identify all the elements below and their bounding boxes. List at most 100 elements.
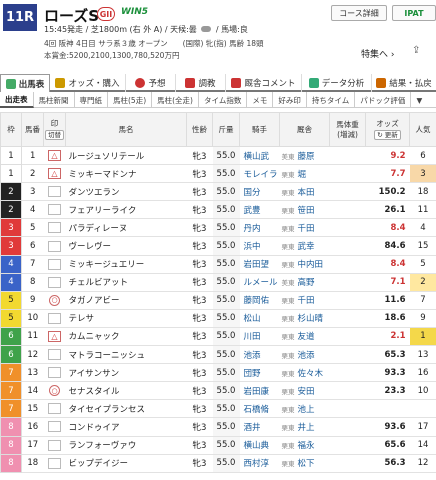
warning-mark-icon[interactable]: △ xyxy=(48,168,61,180)
horse-name[interactable]: マトラコーニッシュ xyxy=(65,345,187,365)
horse-name[interactable]: セナスタイル xyxy=(65,381,187,401)
jockey-name[interactable]: 武豊 xyxy=(239,200,280,220)
trainer-name[interactable]: 池添 xyxy=(298,351,315,361)
tab-shutuba[interactable]: 出馬表 xyxy=(0,74,50,92)
jockey-name[interactable]: 横山武 xyxy=(239,146,280,166)
trainer-name[interactable]: 千田 xyxy=(298,296,315,306)
odds-cell[interactable]: 23.3 xyxy=(365,381,410,401)
subtab-memo[interactable]: メモ xyxy=(247,92,274,108)
odds-cell[interactable]: 93.6 xyxy=(365,417,410,437)
trainer-name[interactable]: 杉山晴 xyxy=(298,314,324,324)
horse-name[interactable]: ビップデイジー xyxy=(65,454,187,473)
horse-name[interactable]: チェルビアット xyxy=(65,273,187,292)
subtab-time-index[interactable]: タイム指数 xyxy=(199,92,248,108)
odds-cell[interactable]: 56.3 xyxy=(365,454,410,473)
table-row[interactable]: 7 14 ○ セナスタイル 牝3 55.0 岩田康 栗東 安田 23.3 10 xyxy=(0,381,436,401)
table-row[interactable]: 2 4 フェアリーライク 牝3 55.0 武豊 栗東 笹田 26.1 11 xyxy=(0,200,436,220)
trainer-name[interactable]: 友道 xyxy=(298,332,315,342)
mark-selector[interactable] xyxy=(48,258,61,270)
trainer-name[interactable]: 藤原 xyxy=(298,152,315,162)
jockey-name[interactable]: 石橋脩 xyxy=(239,399,280,419)
jockey-name[interactable]: モレイラ xyxy=(239,164,280,184)
odds-cell[interactable]: 150.2 xyxy=(365,182,410,202)
horse-name[interactable]: アイサンサン xyxy=(65,363,187,383)
trainer-name[interactable]: 堀 xyxy=(298,170,307,180)
odds-cell[interactable]: 8.4 xyxy=(365,255,410,274)
horse-name[interactable]: カムニャック xyxy=(65,327,187,347)
course-detail-button[interactable]: コース詳細 xyxy=(331,5,387,21)
jockey-name[interactable]: 丹内 xyxy=(239,218,280,238)
horse-name[interactable]: タガノアビー xyxy=(65,291,187,310)
mark-selector[interactable] xyxy=(48,276,61,288)
horse-name[interactable]: ダンツエラン xyxy=(65,182,187,202)
tab-result[interactable]: 結果・払戻 xyxy=(372,74,436,92)
jockey-name[interactable]: 藤岡佑 xyxy=(239,291,280,310)
mark-toggle-button[interactable]: 切替 xyxy=(45,130,64,141)
jockey-name[interactable]: 浜中 xyxy=(239,236,280,256)
jockey-name[interactable]: 団野 xyxy=(239,363,280,383)
ipat-button[interactable]: IPAT xyxy=(392,5,436,21)
trainer-name[interactable]: 安田 xyxy=(298,387,315,397)
jockey-name[interactable]: 横山典 xyxy=(239,436,280,455)
table-row[interactable]: 6 12 マトラコーニッシュ 牝3 55.0 池添 栗東 池添 65.3 13 xyxy=(0,345,436,365)
mark-selector[interactable] xyxy=(48,240,61,252)
table-row[interactable]: 5 10 テレサ 牝3 55.0 松山 栗東 杉山晴 18.6 9 xyxy=(0,308,436,328)
share-icon[interactable]: ⇪ xyxy=(412,45,420,56)
tab-data[interactable]: データ分析 xyxy=(302,74,372,92)
mark-selector[interactable] xyxy=(48,204,61,216)
odds-update-button[interactable]: ↻ 更新 xyxy=(374,130,401,141)
mark-selector[interactable] xyxy=(48,186,61,198)
subtab-paddock[interactable]: パドック評価 xyxy=(355,92,412,108)
trainer-name[interactable]: 笹田 xyxy=(298,206,315,216)
mark-selector[interactable] xyxy=(48,421,61,433)
table-row[interactable]: 7 15 タイセイプランセス 牝3 55.0 石橋脩 栗東 池上 xyxy=(0,399,436,419)
table-row[interactable]: 1 2 △ ミッキーマドンナ 牝3 55.0 モレイラ 栗東堀 7.7 3 xyxy=(0,164,436,184)
mark-selector[interactable] xyxy=(48,349,61,361)
subtab-bachu-5[interactable]: 馬柱(5走) xyxy=(108,92,153,108)
tab-comment[interactable]: 厩舎コメント xyxy=(226,74,302,92)
jockey-name[interactable]: ルメール xyxy=(239,273,280,292)
horse-name[interactable]: テレサ xyxy=(65,309,187,328)
circle-mark-icon[interactable]: ○ xyxy=(49,385,60,397)
table-row[interactable]: 8 18 ビップデイジー 牝3 55.0 西村淳 栗東 松下 56.3 12 xyxy=(0,453,436,473)
mark-selector[interactable] xyxy=(48,367,61,379)
table-row[interactable]: 4 7 ミッキージュエリー 牝3 55.0 岩田望 栗東 中内田 8.4 5 xyxy=(0,254,436,274)
table-row[interactable]: 5 9 ○ タガノアビー 牝3 55.0 藤岡佑 栗東 千田 11.6 7 xyxy=(0,290,436,310)
trainer-name[interactable]: 千田 xyxy=(298,224,315,234)
jockey-name[interactable]: 岩田康 xyxy=(239,381,280,401)
jockey-name[interactable]: 岩田望 xyxy=(239,255,280,274)
odds-cell[interactable]: 7.7 xyxy=(365,164,410,184)
horse-name[interactable]: ミッキーマドンナ xyxy=(65,164,187,184)
odds-cell[interactable]: 9.2 xyxy=(365,146,410,166)
jockey-name[interactable]: 松山 xyxy=(239,309,280,328)
odds-cell[interactable]: 93.3 xyxy=(365,363,410,383)
subtab-bachu-shinbun[interactable]: 馬柱新聞 xyxy=(34,92,75,108)
horse-name[interactable]: ランフォーヴァウ xyxy=(65,436,187,455)
table-row[interactable]: 6 11 △ カムニャック 牝3 55.0 川田 栗東 友道 2.1 1 xyxy=(0,326,436,347)
subtab-konomi[interactable]: 好み印 xyxy=(273,92,307,108)
horse-name[interactable]: フェアリーライク xyxy=(65,200,187,220)
race-name[interactable]: ローズS xyxy=(44,5,99,26)
trainer-name[interactable]: 中内田 xyxy=(298,260,324,270)
trainer-name[interactable]: 佐々木 xyxy=(298,369,324,379)
odds-cell[interactable]: 65.3 xyxy=(365,345,410,365)
jockey-name[interactable]: 池添 xyxy=(239,345,280,365)
tokushu-link[interactable]: 特集へ › xyxy=(361,47,395,60)
horse-name[interactable]: ミッキージュエリー xyxy=(65,255,187,274)
subtab-bachu-all[interactable]: 馬柱(全走) xyxy=(152,92,199,108)
trainer-name[interactable]: 高野 xyxy=(298,278,315,288)
table-row[interactable]: 3 5 パラディレーヌ 牝3 55.0 丹内 栗東 千田 8.4 4 xyxy=(0,218,436,238)
tab-yoso[interactable]: 予想 xyxy=(126,74,176,92)
warning-mark-icon[interactable]: △ xyxy=(48,150,61,162)
odds-cell[interactable]: 84.6 xyxy=(365,236,410,256)
subtab-mochi-time[interactable]: 持ちタイム xyxy=(307,92,356,108)
table-row[interactable]: 8 17 ランフォーヴァウ 牝3 55.0 横山典 栗東 福永 65.6 14 xyxy=(0,435,436,455)
table-row[interactable]: 4 8 チェルビアット 牝3 55.0 ルメール 美東 高野 7.1 2 xyxy=(0,272,436,292)
mark-selector[interactable] xyxy=(48,312,61,324)
horse-name[interactable]: パラディレーヌ xyxy=(65,218,187,238)
circle-mark-icon[interactable]: ○ xyxy=(49,294,60,306)
mark-selector[interactable] xyxy=(48,403,61,415)
odds-cell[interactable]: 8.4 xyxy=(365,218,410,238)
subtab-senmonshi[interactable]: 専門紙 xyxy=(75,92,108,108)
table-row[interactable]: 7 13 アイサンサン 牝3 55.0 団野 栗東 佐々木 93.3 16 xyxy=(0,363,436,383)
